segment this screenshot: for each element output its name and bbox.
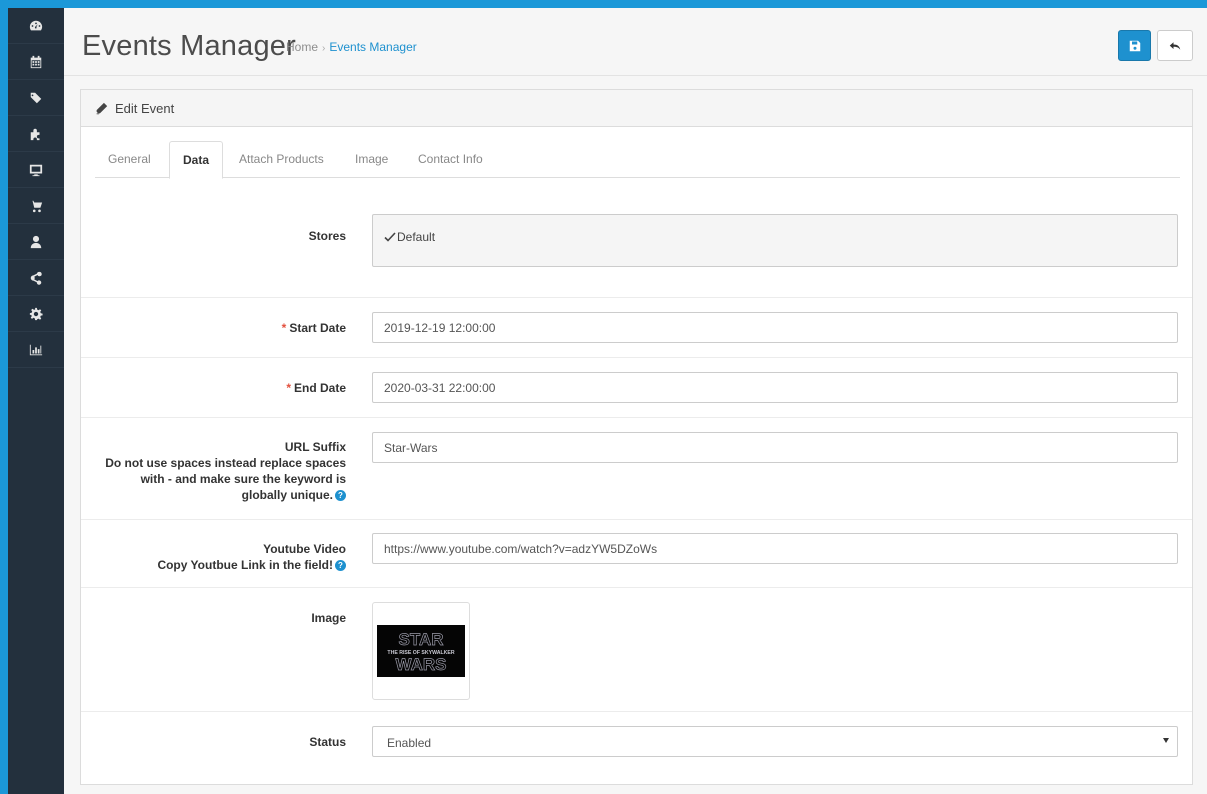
breadcrumb-home[interactable]: Home xyxy=(286,40,318,54)
save-button[interactable] xyxy=(1118,30,1151,61)
end-date-input[interactable] xyxy=(372,372,1178,403)
puzzle-icon xyxy=(30,128,40,140)
top-accent-bar xyxy=(0,0,1207,8)
main-content: Events Manager Home › Events Manager Edit … xyxy=(64,8,1207,794)
url-suffix-row: URL Suffix Do not use spaces instead rep… xyxy=(81,418,1192,520)
tab-general[interactable]: General xyxy=(95,141,164,178)
tab-data[interactable]: Data xyxy=(169,141,224,179)
start-date-input[interactable] xyxy=(372,312,1178,343)
desktop-icon xyxy=(29,164,43,176)
sidebar-item-design[interactable] xyxy=(8,152,64,188)
store-default-checkbox[interactable]: Default xyxy=(384,230,435,244)
panel-heading: Edit Event xyxy=(81,90,1192,127)
sidebar-item-system[interactable] xyxy=(8,296,64,332)
youtube-help: Copy Youtbue Link in the field! xyxy=(157,558,333,572)
panel-heading-text: Edit Event xyxy=(115,100,175,116)
end-date-label-text: End Date xyxy=(293,381,346,395)
sidebar-item-extensions[interactable] xyxy=(8,116,64,152)
sidebar-item-calendar[interactable] xyxy=(8,44,64,80)
reply-icon xyxy=(1169,41,1181,50)
page-title: Events Manager xyxy=(82,30,296,62)
tabs: General Data Attach Products Image Conta… xyxy=(95,141,1180,179)
start-date-label: * Start Date xyxy=(282,320,346,336)
url-suffix-title: URL Suffix xyxy=(284,440,346,454)
image-label: Image xyxy=(311,611,346,625)
start-date-row: * Start Date xyxy=(81,298,1192,358)
back-button[interactable] xyxy=(1157,30,1193,61)
bar-chart-icon xyxy=(29,344,43,355)
url-suffix-help-line-2: with - and make sure the keyword is xyxy=(140,472,346,486)
image-thumbnail[interactable]: STAR THE RISE OF SKYWALKER WARS xyxy=(372,602,470,700)
sidebar-item-tags[interactable] xyxy=(8,80,64,116)
left-accent-bar xyxy=(0,8,8,794)
help-icon[interactable]: ? xyxy=(335,560,346,572)
status-select[interactable]: Enabled xyxy=(372,726,1178,757)
breadcrumb: Home › Events Manager xyxy=(286,40,417,54)
required-mark: * xyxy=(286,381,291,395)
store-default-label: Default xyxy=(397,230,436,244)
stores-label: Stores xyxy=(308,229,346,243)
youtube-row: Youtube Video Copy Youtbue Link in the f… xyxy=(81,520,1192,588)
stores-box: Default xyxy=(372,214,1178,267)
share-icon xyxy=(30,271,42,285)
pencil-icon xyxy=(96,102,108,114)
url-suffix-help-line-1: Do not use spaces instead replace spaces xyxy=(105,456,346,470)
tab-image[interactable]: Image xyxy=(342,141,401,178)
tags-icon xyxy=(29,92,42,103)
cog-icon xyxy=(29,307,43,320)
sidebar-item-customers[interactable] xyxy=(8,224,64,260)
tab-contact-info[interactable]: Contact Info xyxy=(405,141,496,178)
start-date-label-text: Start Date xyxy=(289,321,346,335)
status-selected-value: Enabled xyxy=(387,736,432,750)
url-suffix-input[interactable] xyxy=(372,432,1178,463)
checkmark-icon xyxy=(384,232,396,242)
cart-icon xyxy=(29,200,43,212)
help-icon[interactable]: ? xyxy=(335,490,346,502)
breadcrumb-current[interactable]: Events Manager xyxy=(329,40,416,54)
image-row: Image STAR THE RISE OF SKYWALKER WARS xyxy=(81,588,1192,712)
end-date-label: * End Date xyxy=(286,380,346,396)
star-wars-logo-image: STAR THE RISE OF SKYWALKER WARS xyxy=(377,625,465,677)
user-icon xyxy=(30,235,42,248)
logo-star-text: STAR xyxy=(398,630,443,649)
sidebar-item-dashboard[interactable] xyxy=(8,8,64,44)
calendar-icon xyxy=(30,55,42,68)
youtube-label: Youtube Video Copy Youtbue Link in the f… xyxy=(157,541,346,573)
url-suffix-help-line-3: globally unique. xyxy=(241,488,333,502)
breadcrumb-separator: › xyxy=(322,43,326,54)
end-date-row: * End Date xyxy=(81,358,1192,418)
stores-row: Stores Default xyxy=(81,194,1192,298)
chevron-down-icon xyxy=(1163,738,1169,743)
floppy-disk-icon xyxy=(1129,40,1140,51)
url-suffix-label: URL Suffix Do not use spaces instead rep… xyxy=(105,439,346,503)
dashboard-icon xyxy=(29,20,43,30)
status-row: Status Enabled xyxy=(81,712,1192,784)
youtube-input[interactable] xyxy=(372,533,1178,564)
tab-attach-products[interactable]: Attach Products xyxy=(226,141,337,178)
sidebar-item-sales[interactable] xyxy=(8,188,64,224)
page-header: Events Manager Home › Events Manager xyxy=(64,8,1207,76)
status-label: Status xyxy=(309,735,346,749)
sidebar xyxy=(8,8,64,794)
youtube-title: Youtube Video xyxy=(263,542,346,556)
sidebar-item-marketing[interactable] xyxy=(8,260,64,296)
required-mark: * xyxy=(281,321,287,335)
sidebar-item-reports[interactable] xyxy=(8,332,64,368)
logo-wars-text: WARS xyxy=(396,655,447,674)
edit-event-panel: Edit Event General Data Attach Products … xyxy=(80,89,1193,785)
